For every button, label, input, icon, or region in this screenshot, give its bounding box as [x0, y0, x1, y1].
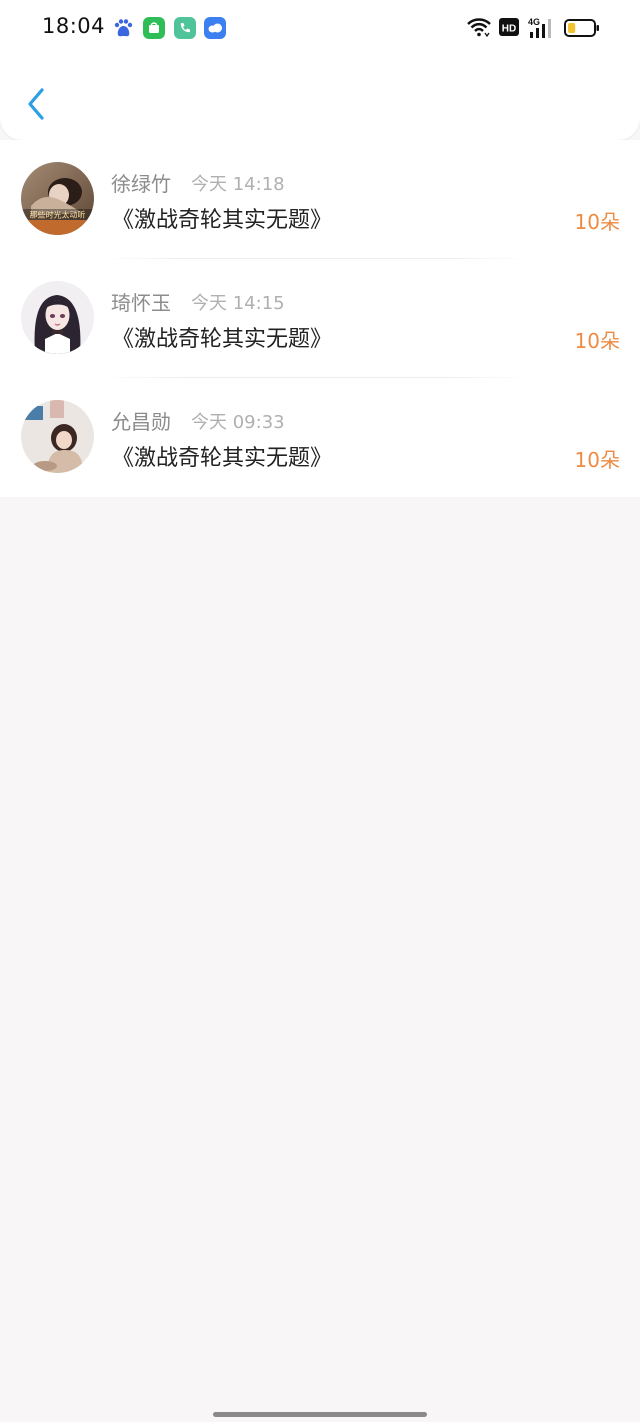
avatar[interactable] [21, 400, 94, 473]
header-card: 18:04 HD 4G [0, 0, 640, 140]
svg-text:那些时光太动听: 那些时光太动听 [30, 210, 86, 220]
gift-list: 那些时光太动听 徐绿竹 今天 14:18 《激战奇轮其实无题》 10朵 琦怀玉 … [0, 140, 640, 497]
avatar[interactable] [21, 281, 94, 354]
user-name: 琦怀玉 [111, 291, 171, 315]
status-time: 18:04 [42, 14, 106, 38]
user-name: 允昌勋 [111, 410, 171, 434]
avatar[interactable]: 那些时光太动听 [21, 162, 94, 235]
battery-icon [564, 17, 600, 43]
user-name: 徐绿竹 [111, 172, 171, 196]
time-text: 今天 09:33 [191, 412, 285, 433]
cloud-icon [204, 17, 226, 39]
work-title[interactable]: 《激战奇轮其实无题》 [112, 202, 332, 234]
list-item[interactable]: 琦怀玉 今天 14:15 《激战奇轮其实无题》 10朵 [0, 259, 640, 378]
list-item[interactable]: 允昌勋 今天 09:33 《激战奇轮其实无题》 10朵 [0, 378, 640, 497]
app-market-icon [143, 17, 165, 39]
hd-icon: HD [499, 17, 519, 41]
svg-text:4G: 4G [528, 17, 540, 27]
baidu-paw-icon [112, 17, 134, 39]
svg-text:HD: HD [502, 24, 516, 35]
signal-4g-icon: 4G [528, 17, 556, 43]
wifi-icon [466, 17, 492, 43]
chevron-left-icon [28, 88, 44, 120]
screen: 18:04 HD 4G 那些时光太动听 徐绿竹 今天 14:18 《激战奇轮其实… [0, 0, 640, 1422]
flower-count: 10朵 [574, 210, 620, 234]
work-title[interactable]: 《激战奇轮其实无题》 [112, 440, 332, 472]
flower-count: 10朵 [574, 448, 620, 472]
phone-icon [174, 17, 196, 39]
home-indicator[interactable] [213, 1412, 427, 1417]
back-button[interactable] [18, 84, 54, 124]
time-text: 今天 14:15 [191, 293, 285, 314]
flower-count: 10朵 [574, 329, 620, 353]
work-title[interactable]: 《激战奇轮其实无题》 [112, 321, 332, 353]
status-bar: 18:04 HD 4G [0, 0, 640, 56]
time-text: 今天 14:18 [191, 174, 285, 195]
list-item[interactable]: 那些时光太动听 徐绿竹 今天 14:18 《激战奇轮其实无题》 10朵 [0, 140, 640, 259]
